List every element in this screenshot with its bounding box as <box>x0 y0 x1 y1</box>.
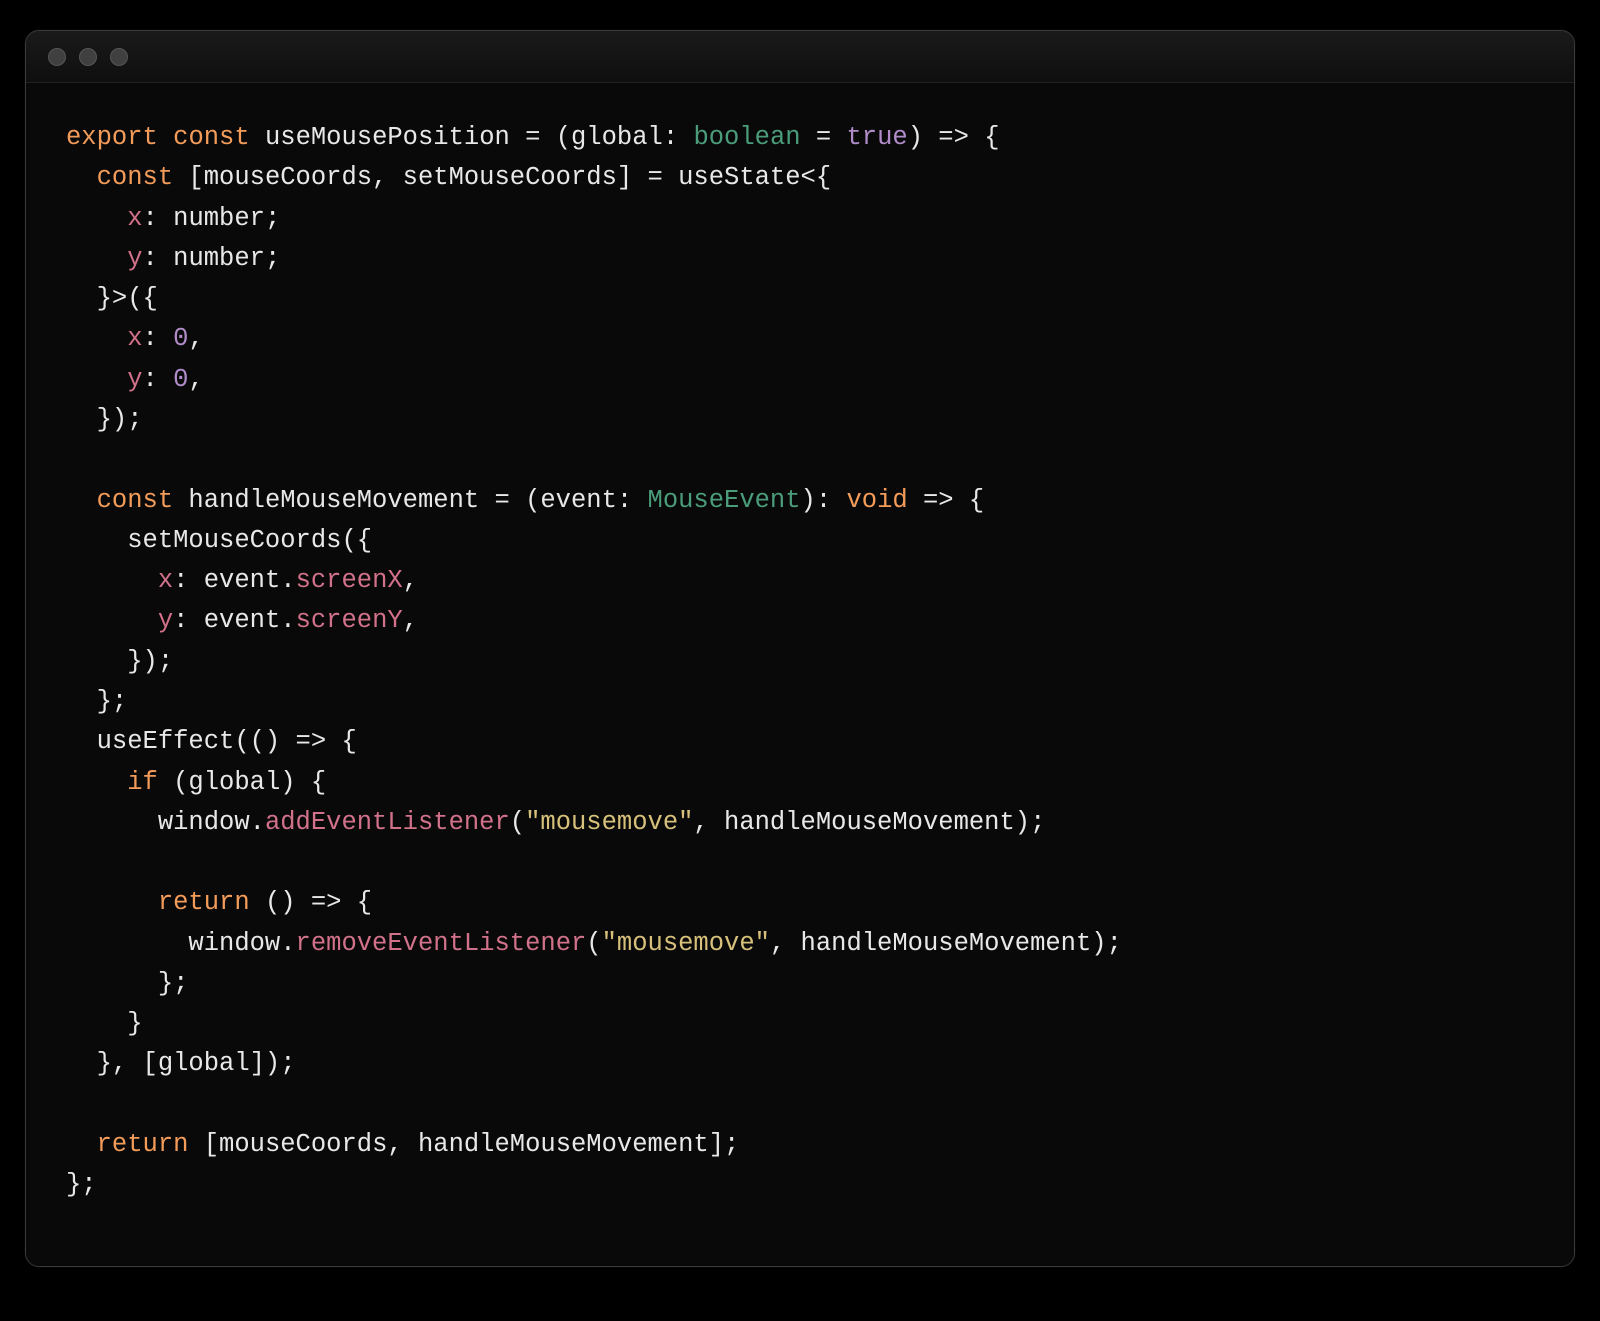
editor-window: export const useMousePosition = (global:… <box>25 30 1575 1267</box>
zoom-icon[interactable] <box>110 48 128 66</box>
code-editor[interactable]: export const useMousePosition = (global:… <box>26 83 1574 1266</box>
close-icon[interactable] <box>48 48 66 66</box>
titlebar <box>26 31 1574 83</box>
minimize-icon[interactable] <box>79 48 97 66</box>
code-content[interactable]: export const useMousePosition = (global:… <box>66 118 1534 1206</box>
